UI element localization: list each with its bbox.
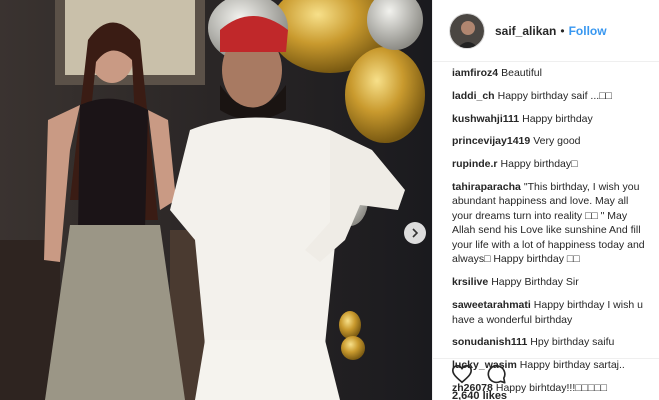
comment-item: krsilive Happy Birthday Sir [452,275,649,290]
follow-button[interactable]: Follow [569,24,607,38]
action-icons [451,363,507,385]
comment-text: "This birthday, I wish you abundant happ… [452,180,645,266]
heart-icon [452,364,472,384]
comment-item: tahiraparacha "This birthday, I wish you … [452,180,649,267]
avatar-image [450,13,484,48]
post-sidebar: saif_alikan • Follow iamfiroz4 Beautiful … [432,0,659,400]
comment-username[interactable]: tahiraparacha [452,181,521,193]
comment-item: laddi_ch Happy birthday saif ...□□ [452,89,649,104]
chevron-right-icon [412,228,419,238]
comment-username[interactable]: laddi_ch [452,90,495,102]
action-bar: 2,640 likes [433,358,659,400]
post-header: saif_alikan • Follow [433,0,659,62]
comment-text: Very good [533,135,581,148]
comment-item: rupinde.r Happy birthday□ [452,157,649,172]
comment-username[interactable]: rupinde.r [452,158,498,170]
like-button[interactable] [451,363,473,385]
comment-username[interactable]: saweetarahmati [452,299,531,311]
comment-item: saweetarahmati Happy birthday I wish u ha… [452,298,649,327]
comment-button[interactable] [485,363,507,385]
comment-item: princevijay1419 Very good [452,134,649,149]
comment-item: iamfiroz4 Beautiful [452,66,649,81]
comment-text: Happy birthday [522,112,593,125]
separator-dot: • [560,23,565,38]
comment-text: Happy birthday□ [500,158,578,171]
comment-username[interactable]: princevijay1419 [452,135,530,147]
likes-count[interactable]: 2,640 likes [452,390,507,400]
comment-text: Beautiful [501,67,542,79]
username-link[interactable]: saif_alikan [495,24,556,38]
next-photo-button[interactable] [404,222,426,244]
comment-username[interactable]: sonudanish111 [452,336,527,348]
comment-item: kushwahji111 Happy birthday [452,112,649,127]
comment-text: Happy birthday saif ...□□ [497,89,612,102]
photo-image [0,0,432,400]
comment-icon [487,365,506,384]
comment-text: Happy Birthday Sir [491,276,579,289]
comment-username[interactable]: kushwahji111 [452,113,519,125]
comment-text: Hpy birthday saifu [530,336,615,349]
comment-username[interactable]: krsilive [452,276,488,288]
post-photo[interactable] [0,0,432,400]
comment-list: iamfiroz4 Beautiful laddi_ch Happy birthda… [433,66,659,400]
comment-username[interactable]: iamfiroz4 [452,67,498,79]
avatar[interactable] [449,12,485,49]
comment-item: sonudanish111 Hpy birthday saifu [452,335,649,350]
